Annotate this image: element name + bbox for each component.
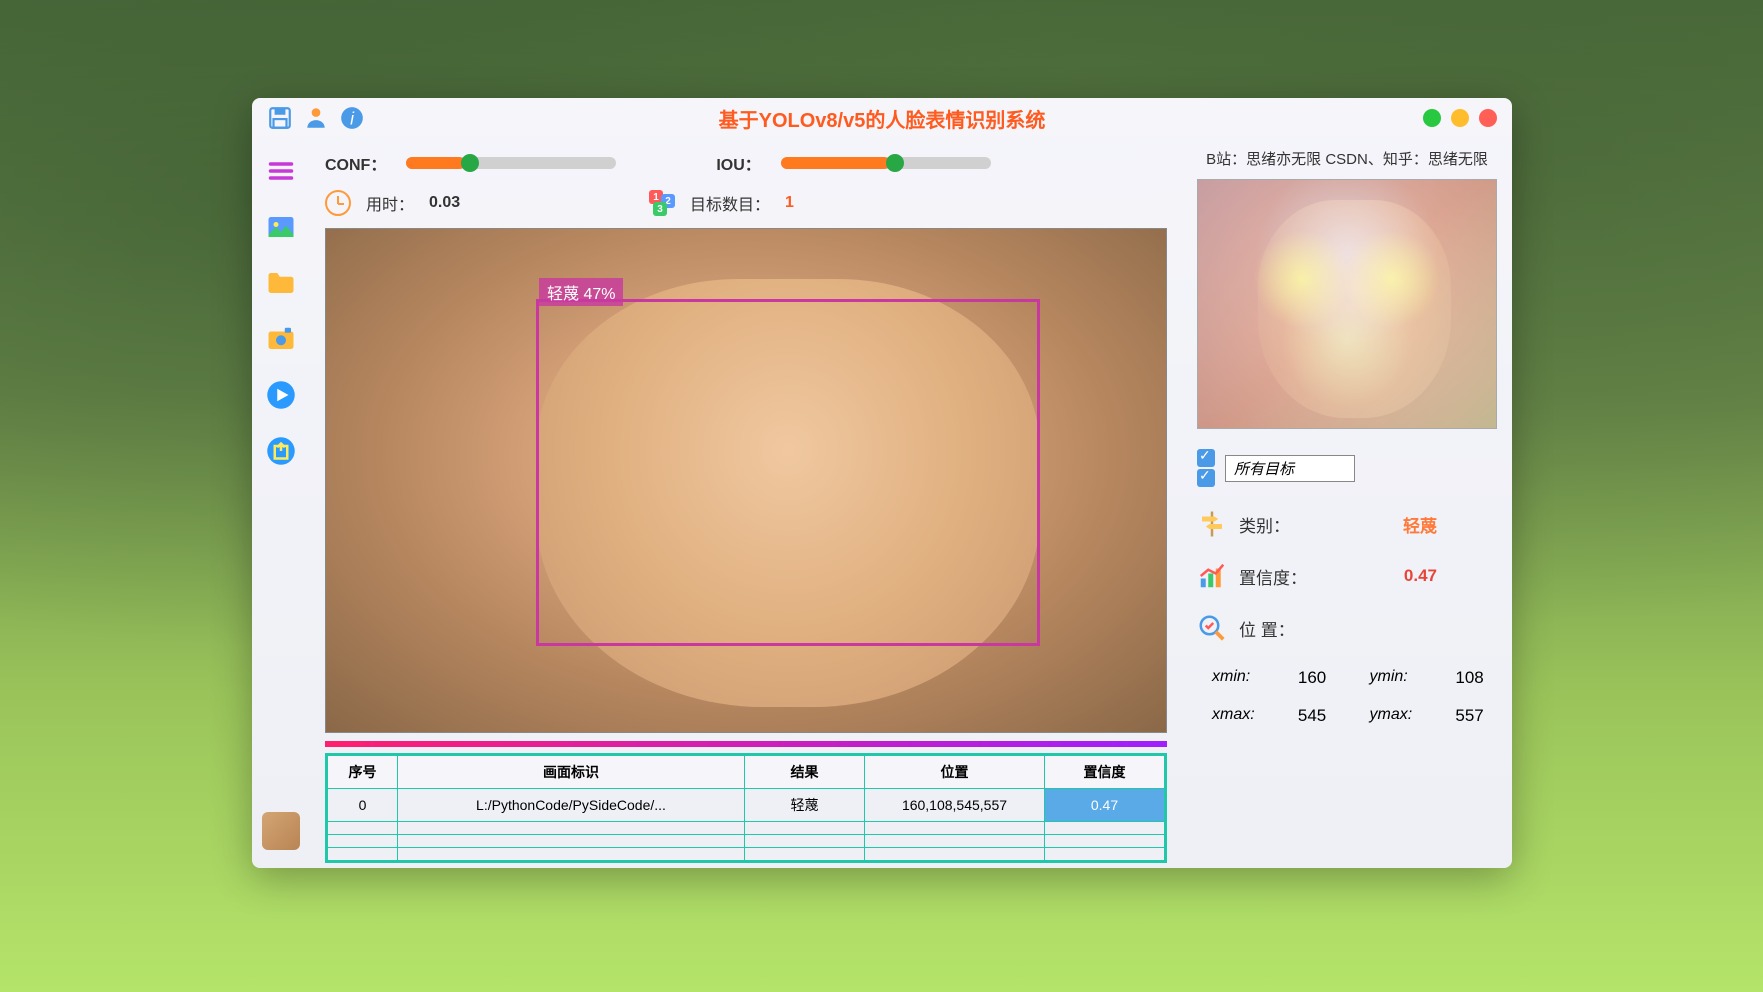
ymin-label: ymin: bbox=[1369, 668, 1425, 688]
detection-bbox: 轻蔑 47% bbox=[536, 299, 1040, 646]
right-panel: B站：思绪亦无限 CSDN、知乎：思绪无限 类别： 轻蔑 置信度： bbox=[1182, 138, 1512, 868]
divider bbox=[325, 741, 1167, 747]
ymax-value: 557 bbox=[1455, 706, 1497, 726]
class-label: 类别： bbox=[1239, 512, 1290, 537]
th-result: 结果 bbox=[745, 756, 865, 789]
result-table: 序号 画面标识 结果 位置 置信度 0 L:/PythonCode/PySide… bbox=[325, 753, 1167, 863]
count-label: 目标数目： bbox=[690, 191, 770, 215]
th-conf: 置信度 bbox=[1045, 756, 1165, 789]
heatmap-image bbox=[1197, 179, 1497, 429]
sidebar bbox=[252, 138, 310, 868]
credits-text: B站：思绪亦无限 CSDN、知乎：思绪无限 bbox=[1197, 148, 1497, 169]
target-checkbox-2[interactable] bbox=[1197, 469, 1215, 487]
info-icon[interactable]: i bbox=[339, 105, 365, 131]
signpost-icon bbox=[1197, 509, 1227, 539]
count-icon: 123 bbox=[649, 190, 675, 216]
play-icon[interactable] bbox=[263, 377, 299, 413]
class-value: 轻蔑 bbox=[1403, 512, 1497, 537]
app-title: 基于YOLOv8/v5的人脸表情识别系统 bbox=[719, 104, 1046, 133]
xmin-label: xmin: bbox=[1212, 668, 1268, 688]
count-value: 1 bbox=[785, 194, 865, 212]
main-content: CONF： IOU： 用时： 0.03 123 目标数目： 1 bbox=[310, 138, 1182, 868]
app-window: i 基于YOLOv8/v5的人脸表情识别系统 CONF： bbox=[252, 98, 1512, 868]
iou-label: IOU： bbox=[716, 151, 760, 175]
conf-label: CONF： bbox=[325, 151, 386, 175]
time-value: 0.03 bbox=[429, 194, 509, 212]
th-tag: 画面标识 bbox=[398, 756, 745, 789]
xmax-value: 545 bbox=[1298, 706, 1340, 726]
conf-slider[interactable] bbox=[406, 157, 616, 169]
time-label: 用时： bbox=[366, 191, 414, 215]
th-pos: 位置 bbox=[865, 756, 1045, 789]
folder-icon[interactable] bbox=[263, 265, 299, 301]
camera-icon[interactable] bbox=[263, 321, 299, 357]
clock-icon bbox=[325, 190, 351, 216]
conf-info-value: 0.47 bbox=[1404, 566, 1497, 586]
table-row[interactable] bbox=[328, 822, 1165, 835]
table-row[interactable]: 0 L:/PythonCode/PySideCode/... 轻蔑 160,10… bbox=[328, 789, 1165, 822]
user-avatar[interactable] bbox=[262, 812, 300, 850]
th-idx: 序号 bbox=[328, 756, 398, 789]
export-icon[interactable] bbox=[263, 433, 299, 469]
window-maximize[interactable] bbox=[1451, 109, 1469, 127]
bbox-label: 轻蔑 47% bbox=[539, 278, 623, 306]
detection-image: 轻蔑 47% bbox=[325, 228, 1167, 733]
image-icon[interactable] bbox=[263, 209, 299, 245]
target-checkbox-1[interactable] bbox=[1197, 449, 1215, 467]
xmin-value: 160 bbox=[1298, 668, 1340, 688]
ymin-value: 108 bbox=[1455, 668, 1497, 688]
window-minimize[interactable] bbox=[1423, 109, 1441, 127]
iou-slider[interactable] bbox=[781, 157, 991, 169]
table-row[interactable] bbox=[328, 848, 1165, 861]
xmax-label: xmax: bbox=[1212, 706, 1268, 726]
menu-icon[interactable] bbox=[263, 153, 299, 189]
barchart-icon bbox=[1197, 561, 1227, 591]
conf-info-label: 置信度： bbox=[1239, 564, 1307, 589]
pos-label: 位 置： bbox=[1239, 616, 1295, 641]
window-close[interactable] bbox=[1479, 109, 1497, 127]
titlebar: i 基于YOLOv8/v5的人脸表情识别系统 bbox=[252, 98, 1512, 138]
magnifier-icon bbox=[1197, 613, 1227, 643]
user-icon[interactable] bbox=[303, 105, 329, 131]
ymax-label: ymax: bbox=[1369, 706, 1425, 726]
target-dropdown[interactable] bbox=[1225, 455, 1355, 482]
save-icon[interactable] bbox=[267, 105, 293, 131]
table-row[interactable] bbox=[328, 835, 1165, 848]
